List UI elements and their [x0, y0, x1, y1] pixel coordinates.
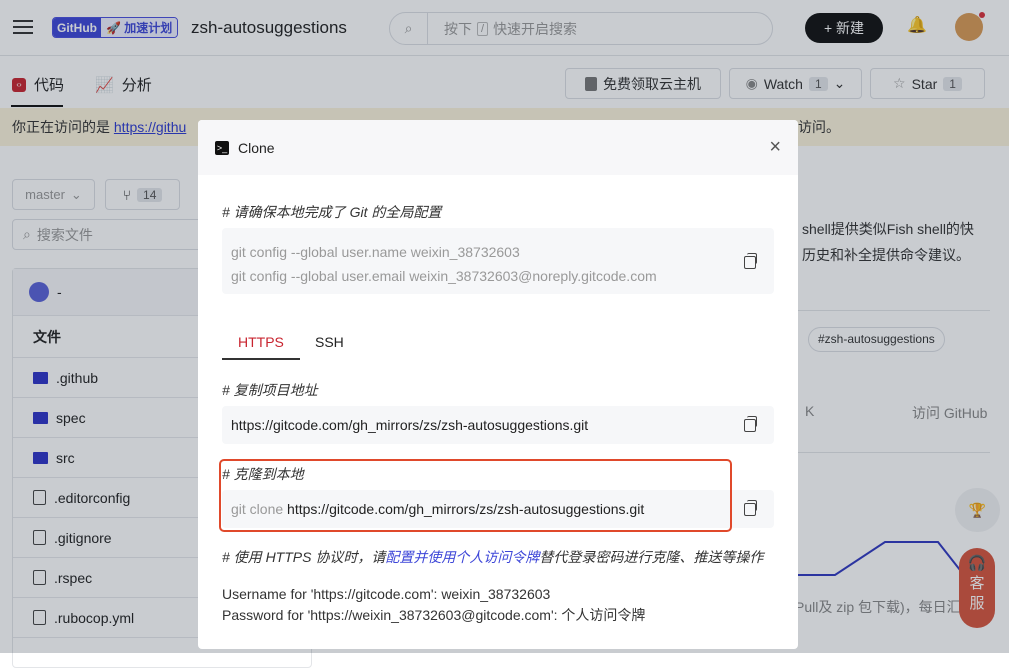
tab-ssh[interactable]: SSH: [315, 334, 344, 350]
copy-icon[interactable]: [744, 416, 757, 432]
terminal-icon: >_: [215, 140, 229, 155]
highlight-box: [219, 459, 732, 532]
tab-https[interactable]: HTTPS: [238, 334, 284, 350]
active-tab-underline: [222, 358, 300, 360]
note-pre: # 使用 HTTPS 协议时，请: [222, 549, 386, 565]
repo-url-block: https://gitcode.com/gh_mirrors/zs/zsh-au…: [222, 406, 774, 444]
config-line: git config --global user.email weixin_38…: [231, 268, 657, 284]
close-icon[interactable]: ×: [769, 136, 781, 159]
clone-dialog: >_ Clone × # 请确保本地完成了 Git 的全局配置 git conf…: [198, 120, 798, 649]
dialog-header: >_ Clone ×: [198, 120, 798, 175]
password-line: Password for 'https://weixin_38732603@gi…: [222, 607, 646, 623]
credentials-info: Username for 'https://gitcode.com': weix…: [222, 584, 645, 626]
https-note: # 使用 HTTPS 协议时，请配置并使用个人访问令牌替代登录密码进行克隆、推送…: [222, 547, 763, 567]
copy-url-comment: # 复制项目地址: [222, 382, 318, 398]
access-token-link[interactable]: 配置并使用个人访问令牌: [385, 549, 539, 565]
repo-url[interactable]: https://gitcode.com/gh_mirrors/zs/zsh-au…: [231, 417, 588, 433]
config-line: git config --global user.name weixin_387…: [231, 244, 520, 260]
dialog-title: Clone: [238, 139, 275, 156]
config-comment: # 请确保本地完成了 Git 的全局配置: [222, 204, 442, 220]
note-post: 替代登录密码进行克隆、推送等操作: [539, 549, 764, 565]
config-code-block: git config --global user.name weixin_387…: [222, 228, 774, 294]
copy-icon[interactable]: [744, 253, 757, 269]
copy-icon[interactable]: [744, 500, 757, 516]
username-line: Username for 'https://gitcode.com': weix…: [222, 586, 551, 602]
